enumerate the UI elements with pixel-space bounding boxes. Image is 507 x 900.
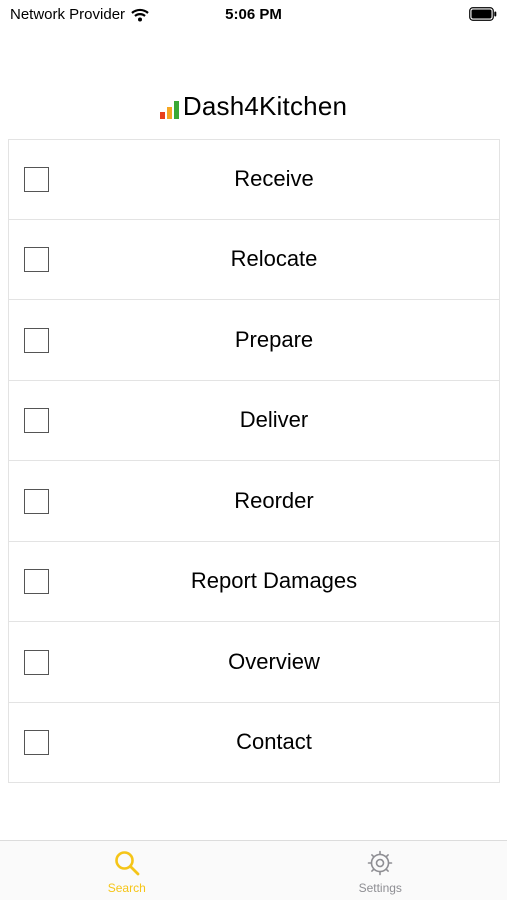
menu-item-receive[interactable]: Receive	[8, 139, 500, 220]
gear-icon	[367, 850, 393, 876]
tab-search[interactable]: Search	[0, 841, 254, 900]
tab-bar: Search Settings	[0, 840, 507, 900]
menu-item-label: Report Damages	[190, 568, 358, 594]
menu-item-overview[interactable]: Overview	[8, 622, 500, 703]
menu-item-label: Relocate	[230, 246, 318, 272]
tab-settings[interactable]: Settings	[254, 841, 507, 900]
menu-item-checkbox[interactable]	[24, 247, 49, 273]
menu-item-checkbox[interactable]	[24, 167, 49, 193]
status-bar: Network Provider 5:06 PM	[0, 0, 507, 28]
menu-item-checkbox[interactable]	[24, 569, 49, 595]
app-logo: Dash4Kitchen	[159, 91, 348, 121]
menu-item-checkbox[interactable]	[24, 408, 49, 434]
menu-item-checkbox[interactable]	[24, 649, 49, 675]
menu-item-deliver[interactable]: Deliver	[8, 380, 500, 461]
logo-bar	[166, 107, 172, 119]
tab-search-label: Search	[107, 881, 146, 895]
menu-item-label: Reorder	[234, 487, 314, 513]
menu-item-label: Receive	[234, 166, 314, 192]
logo-bar	[159, 112, 165, 119]
menu-item-label: Overview	[228, 648, 320, 674]
menu-item-relocate[interactable]: Relocate	[8, 219, 500, 300]
tab-settings-label: Settings	[358, 881, 402, 895]
menu-item-reorder[interactable]: Reorder	[8, 461, 500, 542]
menu-item-report-damages[interactable]: Report Damages	[8, 541, 500, 622]
app-title: Dash4Kitchen	[182, 91, 348, 121]
menu-list: Receive Relocate Prepare Deliver Reorder Repo…	[8, 139, 500, 783]
menu-item-prepare[interactable]: Prepare	[8, 300, 500, 381]
menu-item-label: Contact	[236, 729, 312, 755]
menu-item-label: Prepare	[234, 326, 314, 352]
search-icon	[114, 851, 140, 876]
menu-item-checkbox[interactable]	[24, 730, 49, 756]
bar-chart-logo-icon	[159, 99, 179, 119]
battery-icon	[469, 7, 497, 21]
menu-item-contact[interactable]: Contact	[8, 702, 500, 783]
logo-bar	[173, 101, 179, 119]
app-header: Dash4Kitchen	[0, 88, 507, 124]
menu-item-checkbox[interactable]	[24, 327, 49, 353]
menu-item-checkbox[interactable]	[24, 488, 49, 514]
menu-item-label: Deliver	[239, 407, 309, 433]
status-time: 5:06 PM	[225, 6, 282, 23]
